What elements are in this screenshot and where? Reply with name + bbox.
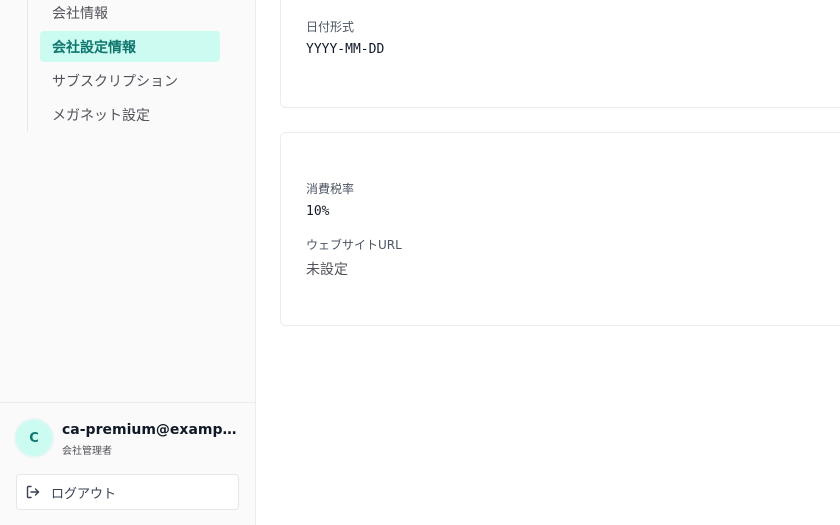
tax-rate-label: 消費税率: [306, 182, 355, 196]
avatar: C: [16, 420, 52, 456]
settings-nav: 会社情報 会社設定情報 サブスクリプション メガネット設定: [27, 0, 227, 132]
nav-item-subscription[interactable]: サブスクリプション: [40, 65, 220, 96]
website-url-label: ウェブサイトURL: [306, 238, 402, 252]
nav-item-company-info[interactable]: 会社情報: [40, 0, 220, 28]
user-email: ca-premium@example.com: [62, 422, 240, 438]
logout-icon: [25, 484, 41, 500]
logout-label: ログアウト: [51, 486, 117, 502]
user-role: 会社管理者: [62, 446, 112, 457]
date-format-card: 日付形式 YYYY-MM-DD: [280, 0, 840, 108]
nav-item-company-settings[interactable]: 会社設定情報: [40, 31, 220, 62]
nav-item-meganet-settings[interactable]: メガネット設定: [40, 99, 220, 130]
user-section: C ca-premium@example.com 会社管理者 ログアウト: [0, 402, 255, 525]
tax-rate-value: 10%: [306, 204, 330, 219]
website-url-value: 未設定: [306, 262, 348, 278]
date-format-value: YYYY-MM-DD: [306, 42, 385, 57]
tax-website-card: 消費税率 10% ウェブサイトURL 未設定: [280, 132, 840, 326]
sidebar: 会社情報 会社設定情報 サブスクリプション メガネット設定 C ca-premi…: [0, 0, 256, 525]
date-format-label: 日付形式: [306, 20, 355, 34]
logout-button[interactable]: ログアウト: [16, 474, 239, 510]
